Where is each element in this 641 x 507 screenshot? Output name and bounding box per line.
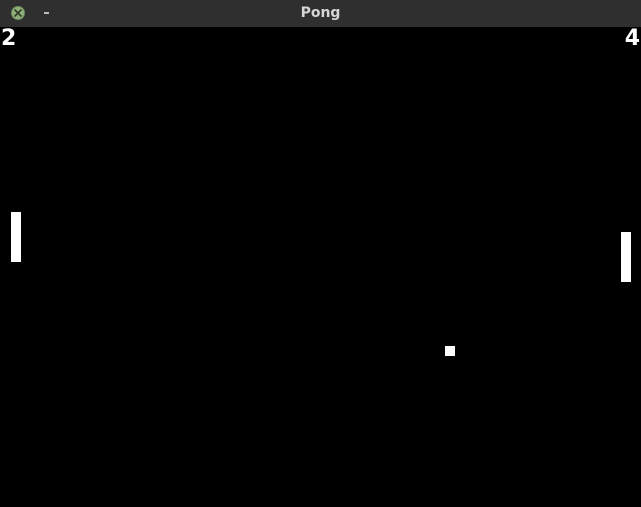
close-icon xyxy=(14,9,22,17)
titlebar: Pong xyxy=(0,0,641,27)
window-title: Pong xyxy=(300,5,341,21)
score-right: 4 xyxy=(624,26,640,51)
ball xyxy=(445,346,455,356)
left-paddle xyxy=(11,212,21,262)
score-left: 2 xyxy=(1,26,17,51)
minimize-icon xyxy=(44,12,49,14)
game-canvas[interactable]: 2 4 xyxy=(0,27,641,507)
close-button[interactable] xyxy=(11,6,25,20)
right-paddle xyxy=(621,232,631,282)
minimize-button[interactable] xyxy=(40,7,54,21)
pong-window: Pong 2 4 xyxy=(0,0,641,507)
